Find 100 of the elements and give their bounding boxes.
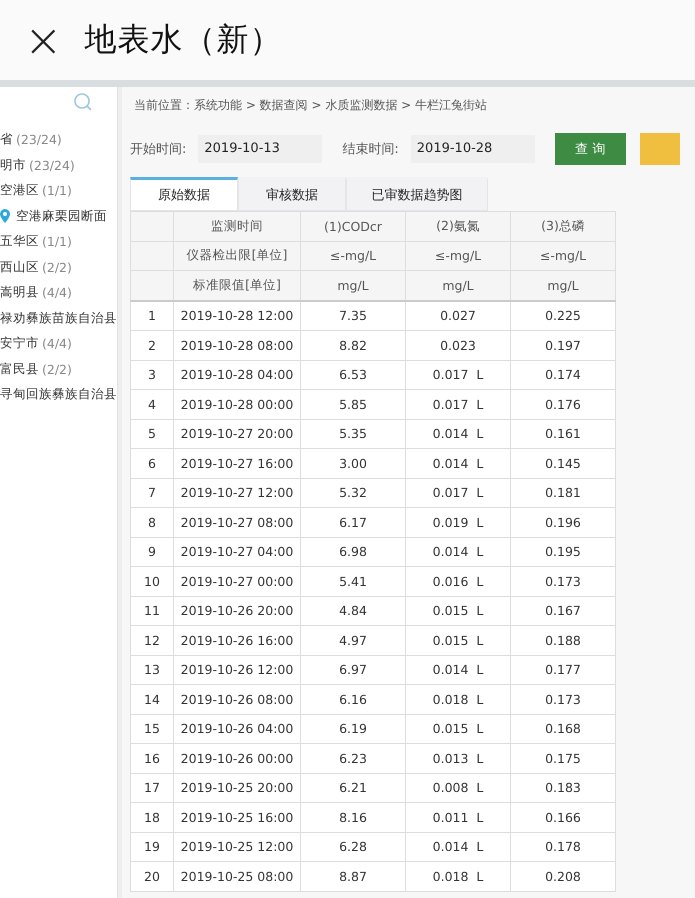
table-cell: 0.023 bbox=[406, 330, 510, 360]
table-cell: 2019-10-28 04:00 bbox=[174, 360, 300, 390]
tree-item[interactable]: 禄劝彝族苗族自治县 bbox=[0, 310, 117, 327]
tab[interactable]: 审核数据 bbox=[238, 177, 346, 211]
date-field[interactable]: 2019-10-28 bbox=[410, 135, 535, 163]
row-number: 10 bbox=[130, 566, 174, 596]
field-label: 开始时间: bbox=[130, 141, 186, 158]
row-number: 9 bbox=[130, 537, 174, 566]
table-cell: 0.014 L bbox=[406, 655, 510, 684]
tree-item[interactable]: 寻甸回族彝族自治县 bbox=[0, 386, 117, 404]
table-cell: 0.178 bbox=[510, 832, 616, 862]
table-cell: 0.145 bbox=[510, 448, 616, 478]
table-cell: 6.23 bbox=[300, 744, 406, 773]
table-cell: 8.87 bbox=[300, 862, 406, 891]
table-cell: 0.173 bbox=[510, 684, 616, 714]
row-number: 2 bbox=[130, 330, 174, 360]
row-number: 17 bbox=[130, 773, 174, 802]
tree-item[interactable]: 省 bbox=[0, 131, 13, 148]
row-number: 7 bbox=[130, 478, 174, 508]
tree-item[interactable]: 富民县 bbox=[0, 360, 39, 378]
row-number: 6 bbox=[130, 448, 174, 478]
tab[interactable]: 已审数据趋势图 bbox=[346, 177, 488, 211]
table-cell: 2019-10-26 04:00 bbox=[174, 714, 300, 744]
table-cell: 0.174 bbox=[510, 360, 616, 390]
table-cell: 0.197 bbox=[510, 330, 616, 360]
table-cell: 0.181 bbox=[510, 478, 616, 508]
item-count: (2/2) bbox=[42, 362, 72, 377]
table-cell: 6.98 bbox=[300, 537, 406, 566]
tree-item[interactable]: 五华区 bbox=[0, 233, 39, 250]
header-cell: mg/L bbox=[300, 270, 406, 300]
table-cell: 2019-10-25 20:00 bbox=[174, 773, 300, 802]
page-title: 地表水（新） bbox=[84, 19, 283, 60]
table-cell: 0.175 bbox=[510, 744, 616, 773]
table-cell: 2019-10-26 20:00 bbox=[174, 596, 300, 626]
table-cell: 8.82 bbox=[300, 330, 406, 360]
item-count: (23/24) bbox=[29, 158, 75, 173]
row-number: 20 bbox=[130, 862, 174, 891]
table-cell: 0.014 L bbox=[406, 537, 510, 566]
table-cell: 0.014 L bbox=[406, 448, 510, 478]
item-count: (1/1) bbox=[42, 234, 72, 250]
tree-item[interactable]: 嵩明县 bbox=[0, 284, 39, 302]
table-cell: 0.161 bbox=[510, 419, 616, 448]
table-cell: 0.208 bbox=[510, 862, 616, 891]
item-count: (23/24) bbox=[16, 132, 62, 148]
table-cell: 2019-10-26 12:00 bbox=[174, 655, 300, 684]
table-cell: 6.53 bbox=[300, 360, 406, 390]
table-cell: 2019-10-28 00:00 bbox=[174, 390, 300, 419]
table-cell: 0.167 bbox=[510, 596, 616, 626]
header-cell: ≤-mg/L bbox=[300, 241, 406, 270]
table-cell: 2019-10-25 08:00 bbox=[174, 862, 300, 891]
table-cell: 4.84 bbox=[300, 596, 406, 626]
header-cell: mg/L bbox=[510, 270, 616, 300]
field-label: 结束时间: bbox=[342, 141, 399, 158]
item-count: (4/4) bbox=[42, 285, 72, 300]
query-button[interactable]: 查 询 bbox=[554, 133, 626, 165]
table-cell: 2019-10-28 12:00 bbox=[174, 300, 300, 330]
table-cell: 2019-10-27 08:00 bbox=[174, 508, 300, 537]
table-cell: 0.225 bbox=[510, 300, 616, 330]
table-cell: 7.35 bbox=[300, 300, 406, 330]
table-cell: 8.16 bbox=[300, 802, 406, 832]
row-number: 19 bbox=[130, 832, 174, 862]
table-cell: 3.00 bbox=[300, 448, 406, 478]
table-cell: 0.188 bbox=[510, 626, 616, 655]
table-cell: 0.008 L bbox=[406, 773, 510, 802]
table-cell: 0.017 L bbox=[406, 478, 510, 508]
row-number: 5 bbox=[130, 419, 174, 448]
table-cell: 0.018 L bbox=[406, 862, 510, 891]
tab[interactable]: 原始数据 bbox=[130, 177, 238, 211]
tree-item[interactable]: 安宁市 bbox=[0, 335, 39, 352]
table-cell: 2019-10-27 04:00 bbox=[174, 537, 300, 566]
table-cell: 0.195 bbox=[510, 537, 616, 566]
tree-item[interactable]: 西山区 bbox=[0, 258, 39, 276]
header-cell: ≤-mg/L bbox=[406, 241, 510, 270]
tree-item[interactable]: 明市 bbox=[0, 156, 26, 174]
table-cell: 2019-10-28 08:00 bbox=[174, 330, 300, 360]
item-count: (2/2) bbox=[42, 260, 72, 275]
close-button[interactable]: × bbox=[24, 17, 63, 63]
table-cell: 2019-10-27 20:00 bbox=[174, 419, 300, 448]
table-cell: 0.014 L bbox=[406, 419, 510, 448]
table-cell: 6.21 bbox=[300, 773, 406, 802]
table-cell: 0.015 L bbox=[406, 596, 510, 626]
table-cell: 0.196 bbox=[510, 508, 616, 537]
date-field[interactable]: 2019-10-13 bbox=[198, 135, 322, 163]
table-cell: 0.173 bbox=[510, 566, 616, 596]
row-number: 4 bbox=[130, 390, 174, 419]
table-cell: 0.013 L bbox=[406, 744, 510, 773]
header-cell: (3)总磷 bbox=[510, 212, 616, 241]
export-button[interactable] bbox=[640, 133, 680, 165]
row-number: 12 bbox=[130, 626, 174, 655]
row-number: 3 bbox=[130, 360, 174, 390]
table-cell: 0.011 L bbox=[406, 802, 510, 832]
table-cell: 0.018 L bbox=[406, 684, 510, 714]
table-cell: 0.177 bbox=[510, 655, 616, 684]
table-cell: 2019-10-26 00:00 bbox=[174, 744, 300, 773]
table-cell: 5.85 bbox=[300, 390, 406, 419]
tree-item[interactable]: 空港区 bbox=[0, 182, 39, 200]
header-cell: (2)氨氮 bbox=[406, 212, 510, 241]
tree-item[interactable]: 空港麻栗园断面 bbox=[16, 208, 107, 225]
table-cell: 2019-10-26 16:00 bbox=[174, 626, 300, 655]
table-cell: 2019-10-25 12:00 bbox=[174, 832, 300, 862]
